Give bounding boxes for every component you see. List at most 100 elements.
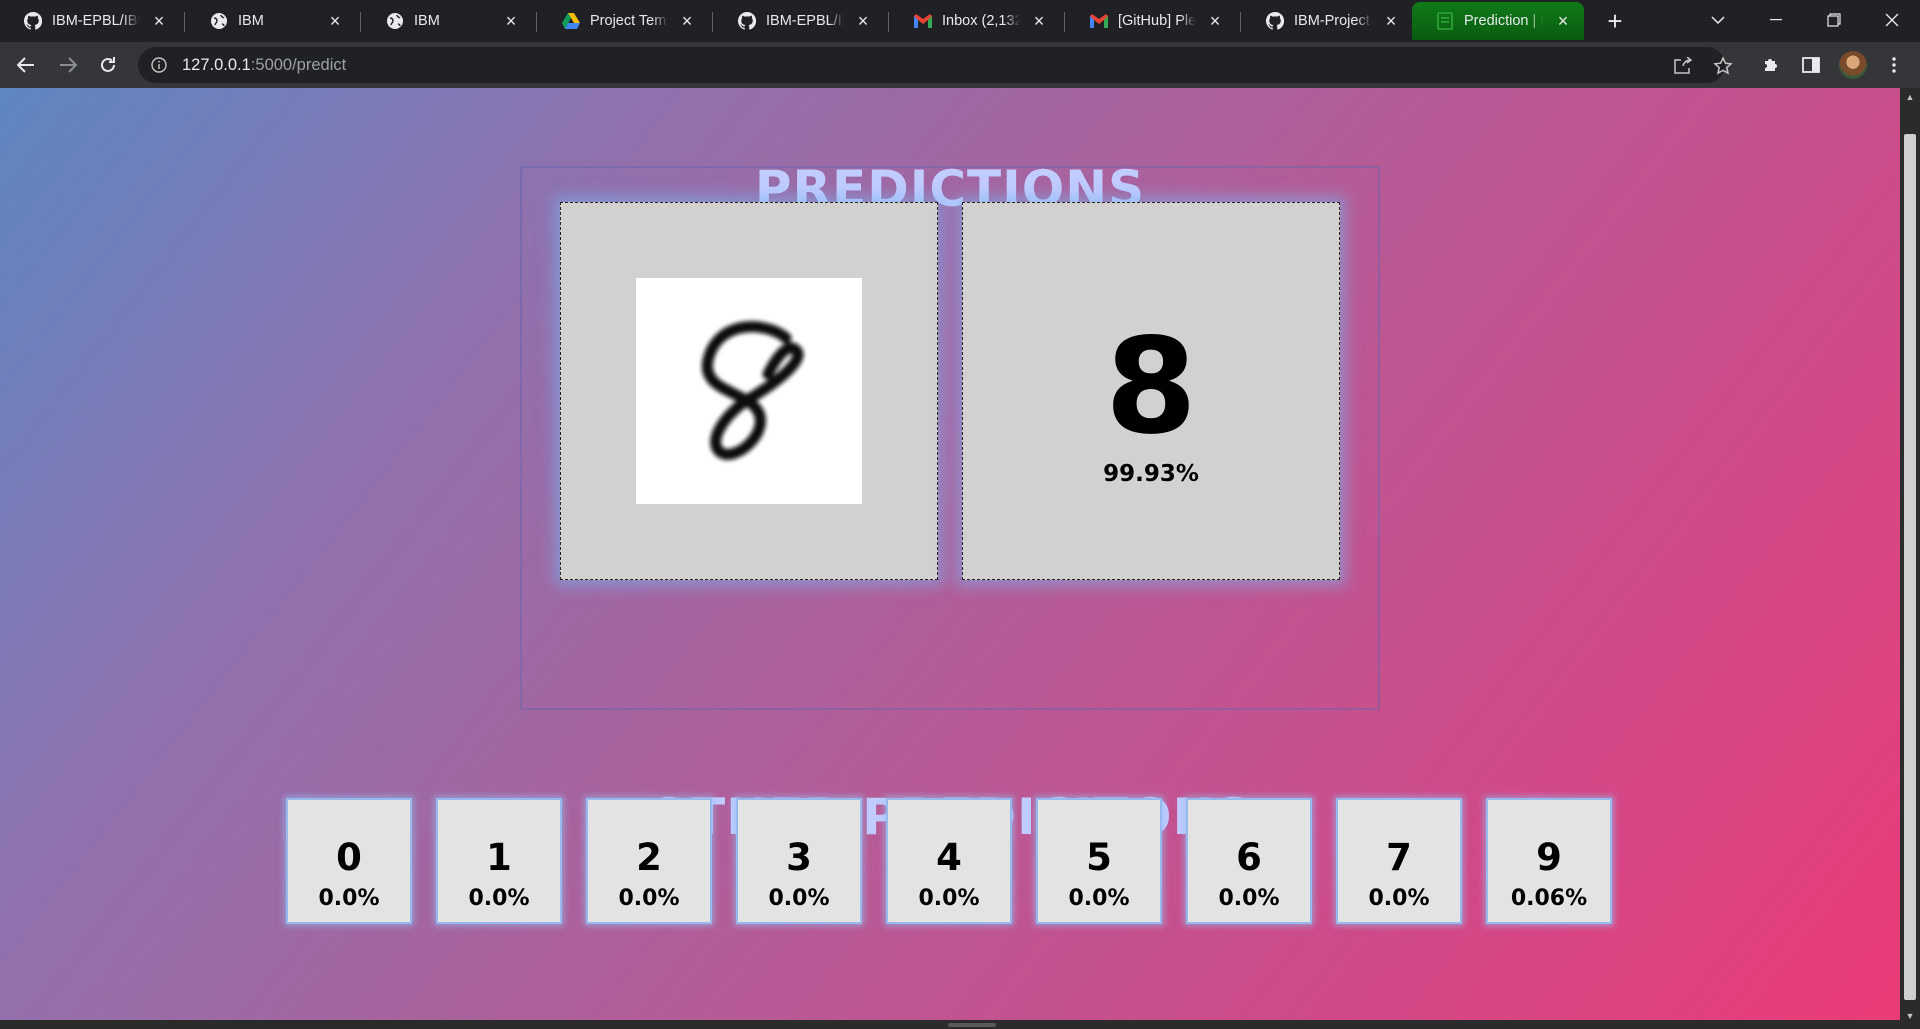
prediction-confidence: 99.93%	[1103, 461, 1199, 487]
tab-4[interactable]: IBM-EPBL/IBM- ×	[714, 2, 884, 40]
tab-5[interactable]: Inbox (2,132) ×	[890, 2, 1060, 40]
address-bar[interactable]: 127.0.0.1:5000/predict	[138, 47, 1733, 83]
digit-probability: 0.0%	[768, 886, 830, 911]
scroll-down-arrow-icon[interactable]: ▼	[1900, 1011, 1920, 1025]
share-icon[interactable]	[1672, 55, 1694, 77]
other-prediction-card: 7 0.0%	[1336, 798, 1462, 924]
digit-probability: 0.0%	[468, 886, 530, 911]
other-prediction-card: 5 0.0%	[1036, 798, 1162, 924]
minimize-button[interactable]	[1748, 0, 1804, 40]
profile-avatar[interactable]	[1839, 51, 1867, 79]
other-prediction-card: 1 0.0%	[436, 798, 562, 924]
tab-title: IBM-EPBL/IBM-	[52, 13, 140, 29]
digit-probability: 0.0%	[1218, 886, 1280, 911]
digit-probability: 0.0%	[1368, 886, 1430, 911]
tab-2[interactable]: IBM ×	[362, 2, 532, 40]
browser-toolbar: 127.0.0.1:5000/predict	[0, 42, 1920, 88]
tab-separator	[712, 12, 713, 32]
other-prediction-card: 4 0.0%	[886, 798, 1012, 924]
digit-label: 1	[486, 836, 512, 879]
tab-separator	[1064, 12, 1065, 32]
tab-separator	[536, 12, 537, 32]
info-icon[interactable]	[150, 56, 168, 74]
tab-0[interactable]: IBM-EPBL/IBM- ×	[0, 2, 180, 40]
close-window-button[interactable]	[1864, 0, 1920, 40]
restore-button[interactable]	[1806, 0, 1862, 40]
tab-title: Project Templa	[590, 13, 668, 29]
forward-button[interactable]	[52, 49, 84, 81]
digit-label: 9	[1536, 836, 1562, 879]
reload-icon	[101, 57, 115, 72]
restore-icon	[1827, 13, 1841, 27]
arrow-left-icon	[17, 57, 34, 73]
close-icon	[1885, 13, 1899, 27]
chevron-down-icon	[1711, 16, 1725, 24]
close-icon[interactable]: ×	[502, 12, 520, 30]
digit-probability: 0.0%	[918, 886, 980, 911]
result-card: 8 99.93%	[962, 202, 1340, 580]
reload-button[interactable]	[92, 49, 124, 81]
url-text: 127.0.0.1:5000/predict	[182, 56, 346, 75]
close-icon[interactable]: ×	[1206, 12, 1224, 30]
google-drive-icon	[562, 12, 580, 30]
menu-icon[interactable]	[1880, 51, 1908, 79]
tab-title: Prediction | Ha	[1464, 13, 1544, 29]
url-path: :5000/predict	[250, 55, 347, 74]
digit-label: 7	[1386, 836, 1412, 879]
tab-search-button[interactable]	[1690, 0, 1746, 40]
resize-grip[interactable]	[948, 1023, 996, 1027]
tab-title: IBM-EPBL/IBM-	[766, 13, 844, 29]
digit-label: 0	[336, 836, 362, 879]
page-icon	[1436, 12, 1454, 30]
tab-7[interactable]: IBM-Project-1 ×	[1242, 2, 1412, 40]
github-icon	[738, 12, 756, 30]
close-icon[interactable]: ×	[150, 12, 168, 30]
url-host: 127.0.0.1	[182, 55, 251, 74]
tab-8-active[interactable]: Prediction | Ha ×	[1412, 2, 1584, 40]
digit-label: 3	[786, 836, 812, 879]
tab-3[interactable]: Project Templa ×	[538, 2, 708, 40]
close-icon[interactable]: ×	[326, 12, 344, 30]
github-icon	[24, 12, 42, 30]
other-predictions-row: 0 0.0% 1 0.0% 2 0.0% 3 0.0% 4 0.0% 5 0.0…	[286, 798, 1616, 924]
other-prediction-card: 9 0.06%	[1486, 798, 1612, 924]
minimize-icon	[1770, 19, 1782, 21]
tab-separator	[360, 12, 361, 32]
tab-separator	[1240, 12, 1241, 32]
digit-label: 6	[1236, 836, 1262, 879]
digit-probability: 0.0%	[1068, 886, 1130, 911]
tab-1[interactable]: IBM ×	[186, 2, 356, 40]
star-icon[interactable]	[1712, 55, 1734, 77]
close-icon[interactable]: ×	[854, 12, 872, 30]
gmail-icon	[1090, 12, 1108, 30]
back-button[interactable]	[10, 49, 42, 81]
digit-label: 2	[636, 836, 662, 879]
tab-title: IBM-Project-1	[1294, 13, 1372, 29]
scroll-up-arrow-icon[interactable]: ▲	[1900, 92, 1920, 106]
globe-icon	[210, 12, 228, 30]
digit-probability: 0.0%	[618, 886, 680, 911]
scroll-thumb[interactable]	[1904, 134, 1916, 1000]
other-prediction-card: 6 0.0%	[1186, 798, 1312, 924]
tab-separator	[184, 12, 185, 32]
input-image-card	[560, 202, 938, 580]
predicted-digit: 8	[1105, 310, 1197, 464]
new-tab-button[interactable]: +	[1600, 6, 1630, 36]
vertical-scrollbar[interactable]: ▲ ▼	[1900, 88, 1920, 1029]
tab-title: IBM	[414, 13, 440, 29]
close-icon[interactable]: ×	[678, 12, 696, 30]
digit-label: 5	[1086, 836, 1112, 879]
horizontal-scroll-area	[0, 1020, 1900, 1029]
close-icon[interactable]: ×	[1030, 12, 1048, 30]
handwritten-digit-image	[636, 278, 862, 504]
handwritten-digit-8-icon	[701, 321, 804, 460]
other-prediction-card: 2 0.0%	[586, 798, 712, 924]
extensions-icon[interactable]	[1757, 51, 1785, 79]
close-icon[interactable]: ×	[1554, 12, 1572, 30]
tab-6[interactable]: [GitHub] Pleas ×	[1066, 2, 1236, 40]
side-panel-icon[interactable]	[1797, 51, 1825, 79]
close-icon[interactable]: ×	[1382, 12, 1400, 30]
other-prediction-card: 3 0.0%	[736, 798, 862, 924]
tab-separator	[888, 12, 889, 32]
tab-title: [GitHub] Pleas	[1118, 13, 1196, 29]
